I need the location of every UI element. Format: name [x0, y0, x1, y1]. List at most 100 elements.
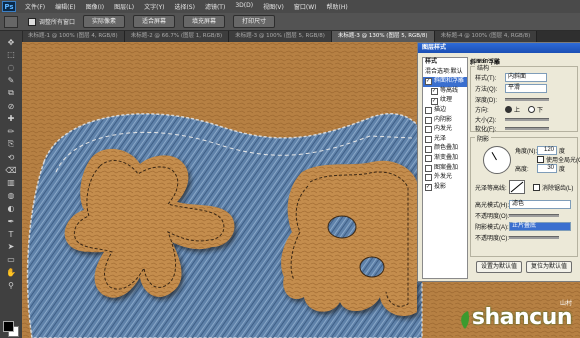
quick-select-icon[interactable]: ✎	[5, 75, 17, 85]
menu-item[interactable]: 图层(L)	[109, 2, 139, 11]
soften-slider[interactable]	[505, 127, 549, 130]
menu-item[interactable]: 编辑(E)	[50, 2, 80, 11]
style-item[interactable]: ✓ 纹理	[423, 96, 467, 106]
document-tab[interactable]: 未标题-1 @ 100% (图层 4, RGB/8)	[22, 31, 125, 42]
menu-item[interactable]: 图像(I)	[81, 2, 109, 11]
zoom-icon[interactable]: ⚲	[5, 280, 17, 290]
lasso-icon[interactable]: ◌	[5, 63, 17, 73]
blur-icon[interactable]: ◍	[5, 191, 17, 201]
tool-preset-picker[interactable]	[4, 15, 18, 28]
highlight-opacity-slider[interactable]	[509, 214, 559, 217]
document-canvas[interactable]: 图层样式 样式 混合选项:默认 ✓ 斜面和浮雕 ✓ 等高线 ✓ 纹理 描边 内阴影 内发光 光泽颜…	[22, 42, 580, 338]
menu-item[interactable]: 选择(S)	[169, 2, 200, 11]
menu-item[interactable]: 文件(F)	[20, 2, 50, 11]
style-checkbox[interactable]: ✓	[431, 88, 438, 96]
history-brush-icon[interactable]: ⟲	[5, 152, 17, 162]
menu-item[interactable]: 视图(V)	[258, 2, 289, 11]
move-icon[interactable]: ✥	[5, 37, 17, 47]
menu-item[interactable]: 文字(Y)	[139, 2, 169, 11]
photoshop-logo: Ps	[2, 1, 16, 12]
altitude-unit: 度	[559, 167, 566, 173]
document-tab[interactable]: 未标题-2 @ 66.7% (图层 1, RGB/8)	[124, 31, 230, 42]
altitude-input[interactable]: 30	[537, 164, 557, 173]
crop-icon[interactable]: ⧉	[5, 88, 17, 98]
menu-item[interactable]: 滤镜(T)	[200, 2, 230, 11]
style-label: 样式(T):	[475, 76, 497, 82]
print-size-button[interactable]: 打印尺寸	[233, 15, 276, 28]
style-checkbox[interactable]	[425, 164, 432, 172]
direction-up-radio[interactable]	[505, 106, 512, 113]
style-checkbox[interactable]	[425, 155, 432, 163]
style-item[interactable]: ✓ 投影	[423, 183, 467, 193]
highlight-mode-select[interactable]: 滤色	[509, 200, 571, 209]
style-item[interactable]: ✓ 斜面和浮雕	[423, 77, 467, 87]
reset-default-button[interactable]: 复位为默认值	[526, 261, 572, 273]
style-checkbox[interactable]	[425, 107, 432, 115]
size-slider[interactable]	[505, 118, 549, 121]
style-checkbox[interactable]	[425, 126, 432, 134]
menu-item[interactable]: 3D(D)	[230, 2, 258, 11]
document-tab[interactable]: 未标题-3 @ 130% (图层 5, RGB/8)	[331, 31, 435, 42]
hand-icon[interactable]: ✋	[5, 267, 17, 277]
style-checkbox[interactable]: ✓	[431, 97, 438, 105]
style-item[interactable]: 外发光	[423, 173, 467, 183]
style-checkbox[interactable]: ✓	[425, 78, 432, 86]
global-light-checkbox[interactable]	[537, 156, 544, 163]
gradient-icon[interactable]: ▥	[5, 178, 17, 188]
technique-label: 方法(Q):	[475, 87, 498, 93]
healing-icon[interactable]: ✚	[5, 114, 17, 124]
style-item[interactable]: 内阴影	[423, 116, 467, 126]
style-item[interactable]: 内发光	[423, 125, 467, 135]
stamp-icon[interactable]: ⎘	[5, 139, 17, 149]
angle-input[interactable]: 120	[537, 146, 557, 155]
style-checkbox[interactable]	[425, 174, 432, 182]
style-item[interactable]: 图案叠加	[423, 164, 467, 174]
document-tab[interactable]: 未标题-4 @ 100% (图层 4, RGB/8)	[434, 31, 538, 42]
eyedropper-icon[interactable]: ⊘	[5, 101, 17, 111]
bevel-emboss-panel: 斜面和浮雕 结构 样式(T): 内斜面 方法(Q): 平滑 深度(D): 方向:	[470, 57, 580, 279]
soften-label: 软化(F):	[475, 127, 497, 133]
document-tabs: 未标题-1 @ 100% (图层 4, RGB/8) 未标题-2 @ 66.7% …	[22, 31, 580, 42]
set-default-button[interactable]: 设置为默认值	[476, 261, 522, 273]
angle-dial[interactable]	[483, 146, 511, 174]
marquee-icon[interactable]: ⬚	[5, 50, 17, 60]
fit-screen-button[interactable]: 适合屏幕	[133, 15, 176, 28]
style-item-label: 描边	[434, 106, 447, 113]
document-tab[interactable]: 未标题-3 @ 100% (图层 5, RGB/8)	[229, 31, 332, 42]
style-item[interactable]: 渐变叠加	[423, 154, 467, 164]
tools-panel: ✥ ⬚ ◌ ✎ ⧉ ⊘ ✚ ✏ ⎘ ⟲ ⌫ ▥ ◍ ◐ ✒ T ➤ ▭ ✋ ⚲	[0, 31, 23, 338]
styles-header[interactable]: 样式	[423, 58, 467, 68]
eraser-icon[interactable]: ⌫	[5, 165, 17, 175]
dodge-icon[interactable]: ◐	[5, 203, 17, 213]
adjust-all-windows-checkbox[interactable]	[28, 17, 36, 26]
menu-item[interactable]: 窗口(W)	[289, 2, 322, 11]
menu-item[interactable]: 帮助(H)	[322, 2, 353, 11]
type-icon[interactable]: T	[5, 229, 17, 239]
shadow-opacity-slider[interactable]	[509, 236, 559, 239]
depth-slider[interactable]	[505, 98, 549, 101]
style-select[interactable]: 内斜面	[505, 73, 547, 82]
brush-icon[interactable]: ✏	[5, 127, 17, 137]
style-checkbox[interactable]: ✓	[425, 184, 432, 192]
shape-icon[interactable]: ▭	[5, 255, 17, 265]
style-item[interactable]: 描边	[423, 106, 467, 116]
technique-select[interactable]: 平滑	[505, 84, 547, 93]
path-select-icon[interactable]: ➤	[5, 242, 17, 252]
shadow-mode-select[interactable]: 正片叠底	[509, 222, 571, 231]
direction-label: 方向:	[475, 108, 489, 114]
style-checkbox[interactable]	[425, 145, 432, 153]
gloss-contour-picker[interactable]	[509, 180, 525, 194]
style-checkbox[interactable]	[425, 116, 432, 124]
style-item[interactable]: 光泽	[423, 135, 467, 145]
actual-pixels-button[interactable]: 实际像素	[83, 15, 126, 28]
shading-group: 阴影 角度(N): 120 度 使用全局光(G) 高度: 30 度	[470, 134, 580, 257]
fill-screen-button[interactable]: 填充屏幕	[183, 15, 226, 28]
style-item[interactable]: 颜色叠加	[423, 144, 467, 154]
style-checkbox[interactable]	[425, 136, 432, 144]
pen-icon[interactable]: ✒	[5, 216, 17, 226]
blend-options-item[interactable]: 混合选项:默认	[423, 68, 467, 78]
antialias-checkbox[interactable]	[533, 183, 540, 191]
foreground-color-swatch[interactable]	[3, 321, 14, 332]
style-item[interactable]: ✓ 等高线	[423, 87, 467, 97]
direction-down-radio[interactable]	[528, 106, 536, 113]
